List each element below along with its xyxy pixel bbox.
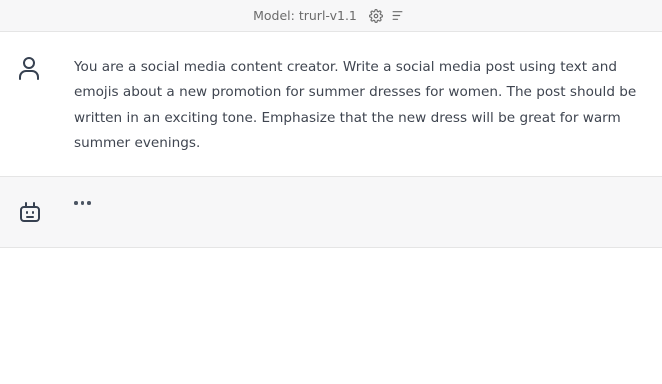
- gear-icon[interactable]: [368, 8, 384, 24]
- user-message: You are a social media content creator. …: [0, 32, 662, 177]
- assistant-avatar: [0, 177, 74, 247]
- model-label: Model: trurl-v1.1: [253, 8, 357, 23]
- user-message-text: You are a social media content creator. …: [74, 59, 637, 151]
- user-icon: [18, 56, 40, 176]
- robot-icon: [18, 200, 42, 247]
- lines-menu-icon[interactable]: [390, 8, 406, 24]
- typing-dots-icon: [74, 181, 91, 205]
- user-avatar: [0, 32, 74, 176]
- assistant-message: [0, 177, 662, 248]
- top-bar: Model: trurl-v1.1: [0, 0, 662, 32]
